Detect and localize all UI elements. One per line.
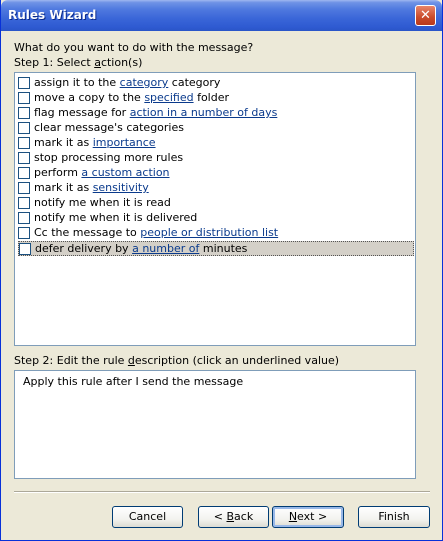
action-list-item[interactable]: clear message's categories <box>18 121 414 135</box>
action-list-item[interactable]: flag message for action in a number of d… <box>18 106 414 120</box>
action-value-link[interactable]: people or distribution list <box>140 226 278 239</box>
action-checkbox[interactable] <box>18 227 30 239</box>
action-label: stop processing more rules <box>34 151 184 164</box>
action-list-item[interactable]: perform a custom action <box>18 166 414 180</box>
action-label: mark it as sensitivity <box>34 181 149 194</box>
action-label: defer delivery by a number of minutes <box>35 242 248 255</box>
action-list-item[interactable]: notify me when it is read <box>18 196 414 210</box>
action-checkbox[interactable] <box>18 182 30 194</box>
action-label: flag message for action in a number of d… <box>34 106 278 119</box>
rule-description-text: Apply this rule after I send the message <box>23 375 244 388</box>
back-button[interactable]: < Back <box>198 506 269 528</box>
next-button[interactable]: Next > <box>272 506 344 528</box>
action-value-link[interactable]: category <box>120 76 169 89</box>
action-value-link[interactable]: sensitivity <box>93 181 149 194</box>
action-label: perform a custom action <box>34 166 170 179</box>
action-label: clear message's categories <box>34 121 184 134</box>
action-checkbox[interactable] <box>18 167 30 179</box>
action-checkbox[interactable] <box>18 122 30 134</box>
step2-label: Step 2: Edit the rule description (click… <box>14 354 340 367</box>
action-value-link[interactable]: a number of <box>132 242 199 255</box>
action-checkbox[interactable] <box>18 92 30 104</box>
action-checkbox[interactable] <box>18 137 30 149</box>
action-checkbox[interactable] <box>18 152 30 164</box>
close-icon[interactable]: ✕ <box>415 5 436 26</box>
rules-wizard-window: Rules Wizard ✕ What do you want to do wi… <box>0 0 443 541</box>
button-separator-highlight <box>14 492 430 493</box>
window-title: Rules Wizard <box>8 8 97 22</box>
question-label: What do you want to do with the message? <box>14 41 254 54</box>
step1-label: Step 1: Select action(s) <box>14 56 143 69</box>
action-label: move a copy to the specified folder <box>34 91 230 104</box>
action-label: notify me when it is read <box>34 196 171 209</box>
action-label: Cc the message to people or distribution… <box>34 226 279 239</box>
action-list-item[interactable]: Cc the message to people or distribution… <box>18 226 414 240</box>
action-checkbox[interactable] <box>18 212 30 224</box>
action-list-item[interactable]: mark it as sensitivity <box>18 181 414 195</box>
action-value-link[interactable]: specified <box>144 91 193 104</box>
action-checkbox[interactable] <box>19 243 31 255</box>
action-value-link[interactable]: a custom action <box>81 166 169 179</box>
action-value-link[interactable]: importance <box>93 136 156 149</box>
action-label: mark it as importance <box>34 136 156 149</box>
action-list-item[interactable]: move a copy to the specified folder <box>18 91 414 105</box>
cancel-button[interactable]: Cancel <box>112 506 183 528</box>
action-label: notify me when it is delivered <box>34 211 198 224</box>
action-checkbox[interactable] <box>18 197 30 209</box>
action-list-item[interactable]: mark it as importance <box>18 136 414 150</box>
action-list-item[interactable]: stop processing more rules <box>18 151 414 165</box>
rule-description-box[interactable]: Apply this rule after I send the message <box>14 370 416 479</box>
finish-button[interactable]: Finish <box>358 506 430 528</box>
action-value-link[interactable]: action in a number of days <box>130 106 278 119</box>
action-list-item[interactable]: defer delivery by a number of minutes <box>18 241 414 256</box>
action-list-item[interactable]: notify me when it is delivered <box>18 211 414 225</box>
action-list-item[interactable]: assign it to the category category <box>18 76 414 90</box>
actions-list[interactable]: assign it to the category category move a… <box>14 72 416 346</box>
action-checkbox[interactable] <box>18 77 30 89</box>
action-checkbox[interactable] <box>18 107 30 119</box>
title-bar[interactable]: Rules Wizard ✕ <box>1 0 442 31</box>
action-label: assign it to the category category <box>34 76 221 89</box>
